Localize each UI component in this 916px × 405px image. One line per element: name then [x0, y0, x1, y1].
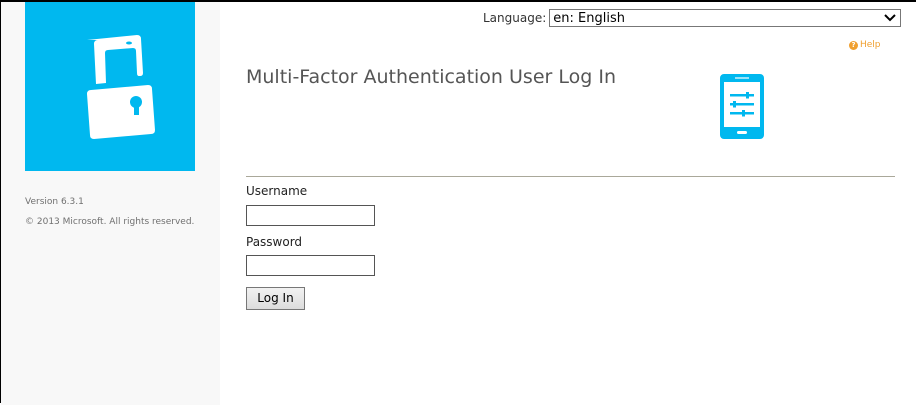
- login-button[interactable]: Log In: [246, 287, 305, 310]
- language-select-value: en: English: [553, 10, 625, 26]
- divider: [246, 176, 895, 177]
- logo-tile: [25, 2, 195, 171]
- chevron-down-icon: [884, 14, 896, 22]
- page-title: Multi-Factor Authentication User Log In: [246, 66, 616, 88]
- language-label: Language:: [483, 11, 547, 25]
- version-text: Version 6.3.1: [25, 197, 84, 207]
- password-label: Password: [246, 235, 303, 249]
- padlock-icon: [87, 35, 155, 139]
- username-label: Username: [246, 184, 308, 198]
- help-link[interactable]: ? Help: [849, 40, 881, 50]
- password-input[interactable]: [246, 255, 375, 276]
- language-select[interactable]: en: English: [549, 9, 902, 27]
- copyright-text: © 2013 Microsoft. All rights reserved.: [25, 217, 195, 227]
- help-label: Help: [860, 40, 881, 50]
- help-icon: ?: [849, 40, 858, 50]
- language-selector: Language: en: English: [483, 9, 902, 27]
- phone-settings-icon: [720, 74, 764, 139]
- sidebar: Version 6.3.1 © 2013 Microsoft. All righ…: [1, 2, 220, 405]
- username-input[interactable]: [246, 205, 375, 226]
